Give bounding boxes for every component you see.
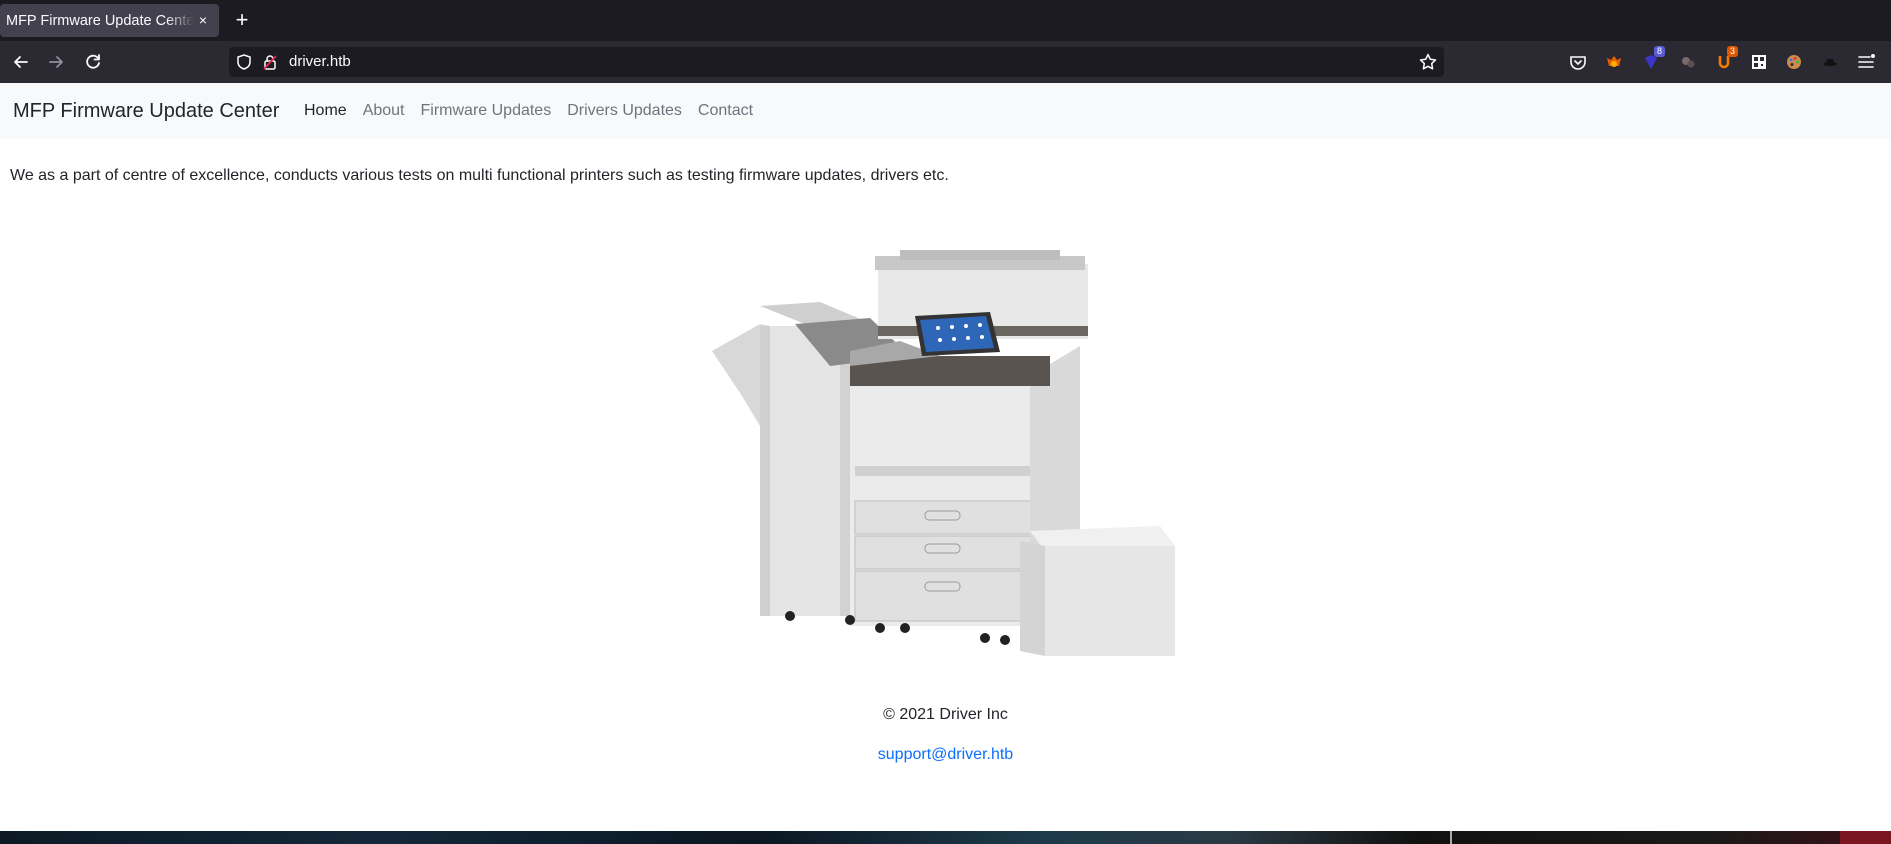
hackbar-icon[interactable]: 3 <box>1714 46 1738 72</box>
printer-image <box>712 250 1175 656</box>
nav-contact[interactable]: Contact <box>690 102 761 120</box>
cookie-icon[interactable] <box>1678 52 1698 72</box>
insecure-lock-icon[interactable] <box>261 53 279 71</box>
browser-toolbar: driver.htb 8 3 <box>0 41 1891 83</box>
pocket-icon[interactable] <box>1568 52 1588 72</box>
nav-drivers-updates[interactable]: Drivers Updates <box>559 102 690 120</box>
ublock-icon[interactable]: 8 <box>1641 46 1665 72</box>
nav-about[interactable]: About <box>355 102 413 120</box>
browser-tab[interactable]: MFP Firmware Update Center × <box>0 4 219 37</box>
site-brand[interactable]: MFP Firmware Update Center <box>13 99 279 123</box>
spy-hat-icon[interactable] <box>1820 52 1840 72</box>
new-tab-button[interactable]: + <box>232 8 252 32</box>
back-icon[interactable] <box>10 51 32 73</box>
tracking-shield-icon[interactable] <box>235 53 253 71</box>
desktop-background <box>0 831 1891 844</box>
support-email-link[interactable]: support@driver.htb <box>878 746 1013 763</box>
ublock-badge: 8 <box>1653 46 1665 57</box>
palette-icon[interactable] <box>1784 52 1804 72</box>
url-text[interactable]: driver.htb <box>289 53 351 71</box>
hackbar-badge: 3 <box>1726 46 1738 57</box>
qr-code-icon[interactable] <box>1749 52 1769 72</box>
reload-icon[interactable] <box>82 51 104 73</box>
nav-home[interactable]: Home <box>296 102 355 120</box>
nav-firmware-updates[interactable]: Firmware Updates <box>413 102 560 120</box>
forward-icon[interactable] <box>45 51 67 73</box>
foxyproxy-icon[interactable] <box>1604 52 1624 72</box>
copyright-text: © 2021 Driver Inc <box>883 706 1008 723</box>
url-bar[interactable]: driver.htb <box>229 47 1444 77</box>
app-menu-icon[interactable] <box>1856 52 1876 72</box>
tab-title: MFP Firmware Update Center <box>6 12 194 29</box>
site-navbar: MFP Firmware Update Center Home About Fi… <box>0 83 1891 139</box>
browser-tab-bar: MFP Firmware Update Center × + <box>0 0 1891 41</box>
close-tab-icon[interactable]: × <box>195 12 211 28</box>
bookmark-star-icon[interactable] <box>1418 52 1438 72</box>
nav-links: Home About Firmware Updates Drivers Upda… <box>296 102 761 120</box>
intro-text: We as a part of centre of excellence, co… <box>10 167 949 184</box>
